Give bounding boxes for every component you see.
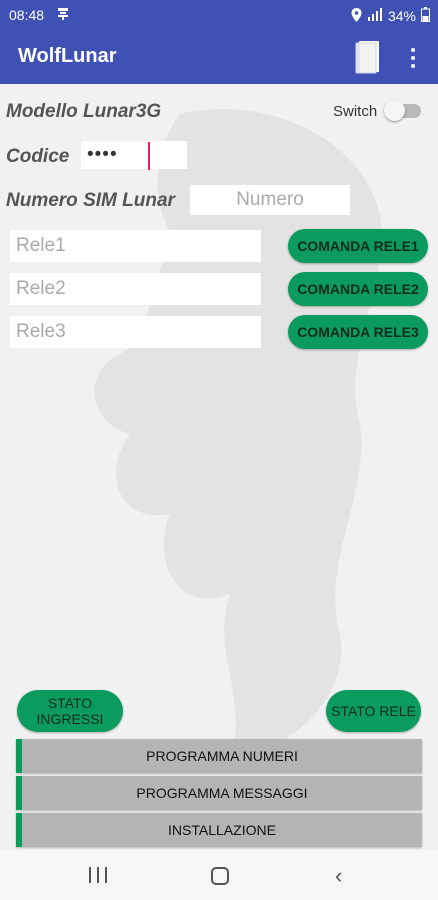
notification-icon <box>57 7 69 23</box>
system-nav-bar: ‹ <box>0 850 438 900</box>
comanda-rele2-button[interactable]: COMANDA RELE2 <box>288 272 428 306</box>
app-bar: WolfLunar <box>0 30 438 84</box>
book-icon[interactable] <box>355 40 381 79</box>
battery-percent: 34% <box>387 8 416 24</box>
text-cursor <box>148 142 150 170</box>
sim-number-input[interactable] <box>190 185 350 215</box>
switch-thumb[interactable] <box>384 100 405 121</box>
stato-ingressi-button[interactable]: STATO INGRESSI <box>17 690 123 732</box>
rele2-input[interactable] <box>10 273 261 305</box>
programma-numeri-button[interactable]: PROGRAMMA NUMERI <box>16 739 422 773</box>
codice-label: Codice <box>6 146 70 167</box>
sim-label: Numero SIM Lunar <box>6 190 175 211</box>
stato-rele-button[interactable]: STATO RELE <box>326 690 421 732</box>
comanda-rele1-button[interactable]: COMANDA RELE1 <box>288 229 428 263</box>
signal-icon <box>367 8 383 24</box>
overflow-menu-icon[interactable] <box>405 44 421 72</box>
location-icon <box>351 7 362 25</box>
installazione-button[interactable]: INSTALLAZIONE <box>16 813 422 847</box>
app-title: WolfLunar <box>18 45 117 67</box>
back-icon[interactable]: ‹ <box>335 863 342 889</box>
switch-label: Switch <box>333 103 378 120</box>
main-content: Modello Lunar3G Switch Codice Numero SIM… <box>0 84 438 850</box>
battery-icon <box>421 7 430 25</box>
codice-password-input[interactable] <box>81 141 187 169</box>
rele1-input[interactable] <box>10 230 261 262</box>
home-icon[interactable] <box>211 867 229 885</box>
status-bar: 08:48 34% <box>0 0 438 30</box>
modello-label: Modello Lunar3G <box>6 101 162 122</box>
recents-icon[interactable] <box>89 867 107 883</box>
status-time: 08:48 <box>9 7 45 23</box>
rele3-input[interactable] <box>10 316 261 348</box>
comanda-rele3-button[interactable]: COMANDA RELE3 <box>288 315 428 349</box>
programma-messaggi-button[interactable]: PROGRAMMA MESSAGGI <box>16 776 422 810</box>
